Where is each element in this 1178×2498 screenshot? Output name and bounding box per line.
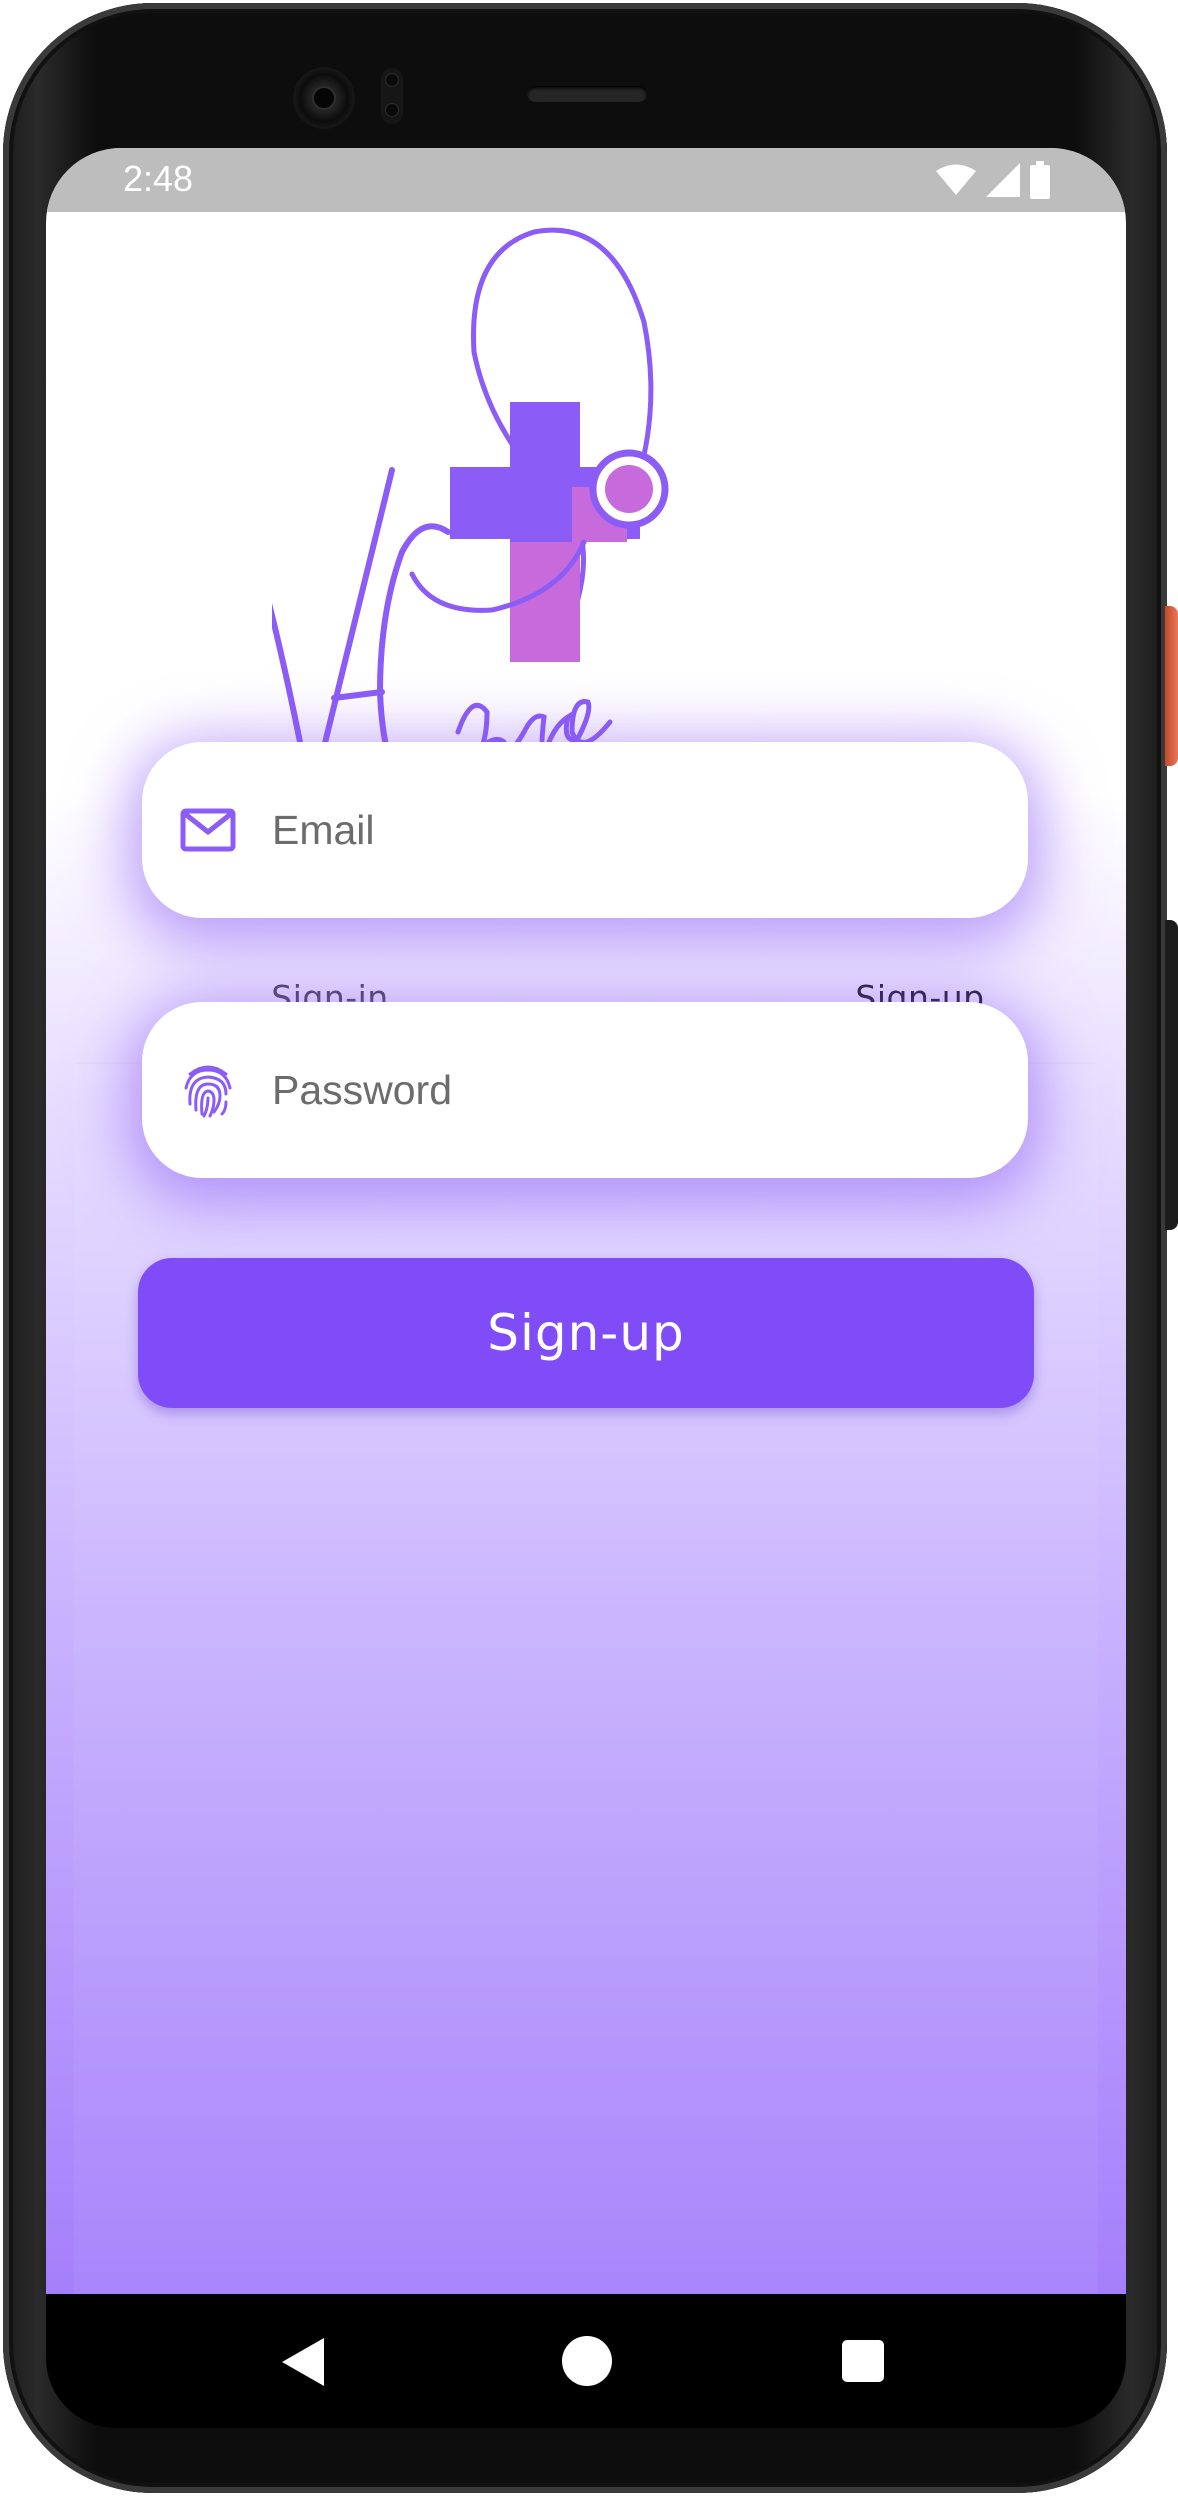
password-input[interactable] — [272, 1060, 988, 1120]
home-circle-icon[interactable] — [562, 2336, 612, 2386]
signal-icon — [986, 163, 1020, 197]
front-camera — [296, 70, 352, 126]
phone-device: 2:48 Sign-in Sign-up Email Sign-up — [0, 0, 1178, 2498]
status-time: 2:48 — [123, 158, 194, 199]
password-field-container[interactable] — [142, 1002, 1028, 1178]
email-input[interactable] — [272, 800, 988, 860]
fingerprint-icon — [178, 1060, 238, 1120]
back-triangle-icon[interactable] — [282, 2338, 324, 2386]
navigation-bar — [46, 2294, 1126, 2428]
form-panel — [74, 1068, 1098, 2294]
sign-up-button[interactable]: Sign-up — [138, 1258, 1034, 1408]
screen: 2:48 Sign-in Sign-up Email Sign-up — [46, 148, 1126, 2294]
recents-square-icon[interactable] — [842, 2340, 884, 2382]
email-field-container[interactable] — [142, 742, 1028, 918]
proximity-sensor — [381, 68, 403, 124]
wifi-icon — [936, 164, 976, 195]
earpiece-speaker — [527, 86, 647, 102]
app-content: Sign-in Sign-up — [46, 212, 1126, 2294]
status-icons — [936, 160, 1050, 200]
status-bar: 2:48 — [46, 148, 1126, 212]
mail-icon — [178, 800, 238, 860]
battery-icon — [1030, 161, 1050, 199]
volume-button — [1165, 920, 1178, 1230]
power-button — [1165, 606, 1178, 766]
